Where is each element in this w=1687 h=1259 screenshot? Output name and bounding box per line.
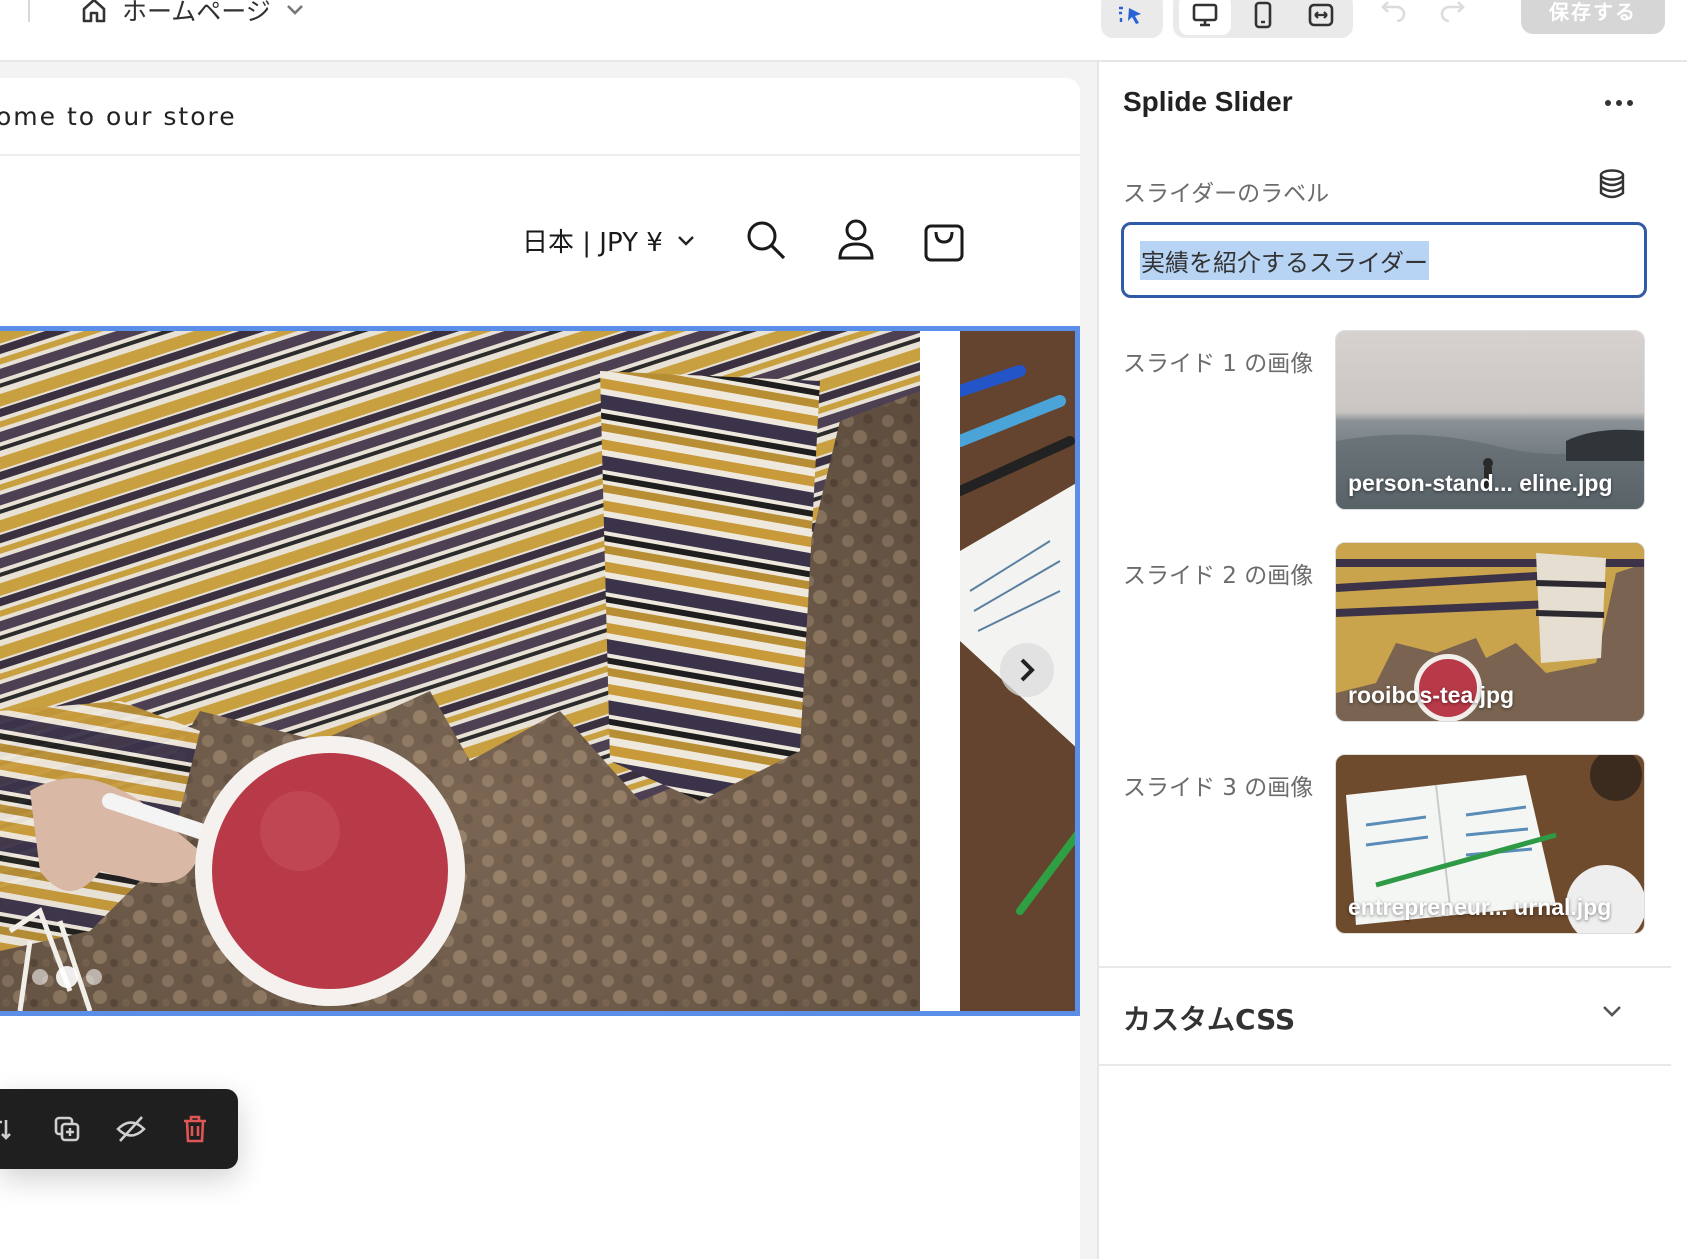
select-tool-button[interactable]: [1101, 0, 1163, 35]
custom-css-title: カスタムCSS: [1123, 1003, 1296, 1036]
cart-icon[interactable]: [922, 216, 966, 264]
slide-1-image-label: スライド 1 の画像: [1123, 351, 1314, 377]
slider-label-value: 実績を紹介するスライダー: [1140, 240, 1430, 280]
move-icon: [0, 1120, 11, 1140]
panel-title: Splide Slider: [1123, 86, 1293, 117]
slide-1-filename: person-stand... eline.jpg: [1348, 470, 1613, 496]
undo-icon[interactable]: [1380, 0, 1408, 22]
announcement-text: ome to our store: [0, 101, 237, 131]
locale-selector[interactable]: 日本 | JPY ¥: [522, 222, 695, 259]
move-block-button[interactable]: [0, 1112, 20, 1146]
duplicate-icon: [54, 1116, 80, 1142]
locale-label: 日本 | JPY ¥: [522, 228, 663, 258]
redo-icon[interactable]: [1438, 0, 1466, 22]
select-pointer-icon: [1119, 6, 1141, 24]
pagination-dot-active[interactable]: [56, 966, 78, 988]
slider-pagination: [32, 966, 102, 988]
slider-next-button[interactable]: [1000, 643, 1054, 697]
topbar-divider: [28, 0, 30, 22]
slide-3-filename: entrepreneur... urnal.jpg: [1348, 894, 1612, 920]
chevron-down-icon: [286, 5, 303, 15]
store-header: 日本 | JPY ¥: [0, 156, 1080, 326]
desktop-icon: [1192, 3, 1218, 27]
slider-label-input[interactable]: 実績を紹介するスライダー: [1121, 222, 1647, 298]
chevron-right-icon: [1020, 658, 1035, 682]
select-tool-group: [1101, 0, 1163, 38]
chevron-down-icon: [1603, 1006, 1621, 1017]
chevron-down-icon: [677, 235, 694, 246]
more-icon: [1627, 100, 1633, 106]
slide-3-image-picker[interactable]: entrepreneur... urnal.jpg: [1335, 754, 1645, 934]
page-selector-label: ホームページ: [122, 0, 271, 26]
pagination-dot[interactable]: [32, 969, 48, 985]
custom-css-section[interactable]: カスタムCSS: [1099, 968, 1671, 1064]
editor-topbar: ホームページ 保存する: [0, 0, 1687, 62]
search-icon[interactable]: [744, 216, 788, 264]
desktop-view-button[interactable]: [1179, 0, 1231, 35]
hide-block-button[interactable]: [114, 1112, 148, 1146]
delete-block-button[interactable]: [178, 1112, 212, 1146]
slider-label-field-label: スライダーのラベル: [1123, 181, 1330, 207]
preview-canvas: ome to our store 日本 | JPY ¥: [0, 62, 1097, 1259]
fullwidth-icon: [1308, 3, 1334, 27]
settings-panel: Splide Slider スライダーのラベル 実績を紹介するスライダー スライ…: [1097, 62, 1687, 1259]
splide-slider[interactable]: [0, 326, 1080, 1016]
page-selector[interactable]: ホームページ: [80, 0, 305, 30]
announcement-bar: ome to our store: [0, 78, 1080, 156]
mobile-view-button[interactable]: [1237, 0, 1289, 35]
account-icon[interactable]: [834, 216, 878, 264]
home-icon: [82, 0, 106, 23]
device-preview-group: [1173, 0, 1353, 38]
more-icon: [1605, 100, 1611, 106]
panel-divider: [1099, 1064, 1671, 1066]
trash-icon: [184, 1115, 206, 1143]
slide-image-rooibos-tea: [0, 331, 920, 1011]
duplicate-block-button[interactable]: [50, 1112, 84, 1146]
mobile-icon: [1254, 1, 1272, 29]
slide-2-filename: rooibos-tea.jpg: [1348, 682, 1515, 708]
slide-2-image-picker[interactable]: rooibos-tea.jpg: [1335, 542, 1645, 722]
save-button[interactable]: 保存する: [1521, 0, 1665, 34]
more-options-button[interactable]: [1599, 88, 1639, 118]
more-icon: [1616, 100, 1622, 106]
block-actions-toolbar: [0, 1089, 238, 1169]
slide-3-image-label: スライド 3 の画像: [1123, 775, 1314, 801]
slide-1-image-picker[interactable]: person-stand... eline.jpg: [1335, 330, 1645, 510]
database-icon[interactable]: [1597, 168, 1627, 200]
eye-off-icon: [116, 1116, 146, 1142]
fullwidth-view-button[interactable]: [1295, 0, 1347, 35]
slide-2-image-label: スライド 2 の画像: [1123, 563, 1314, 589]
history-controls: [1380, 0, 1466, 22]
store-preview: ome to our store 日本 | JPY ¥: [0, 78, 1080, 1259]
pagination-dot[interactable]: [86, 969, 102, 985]
